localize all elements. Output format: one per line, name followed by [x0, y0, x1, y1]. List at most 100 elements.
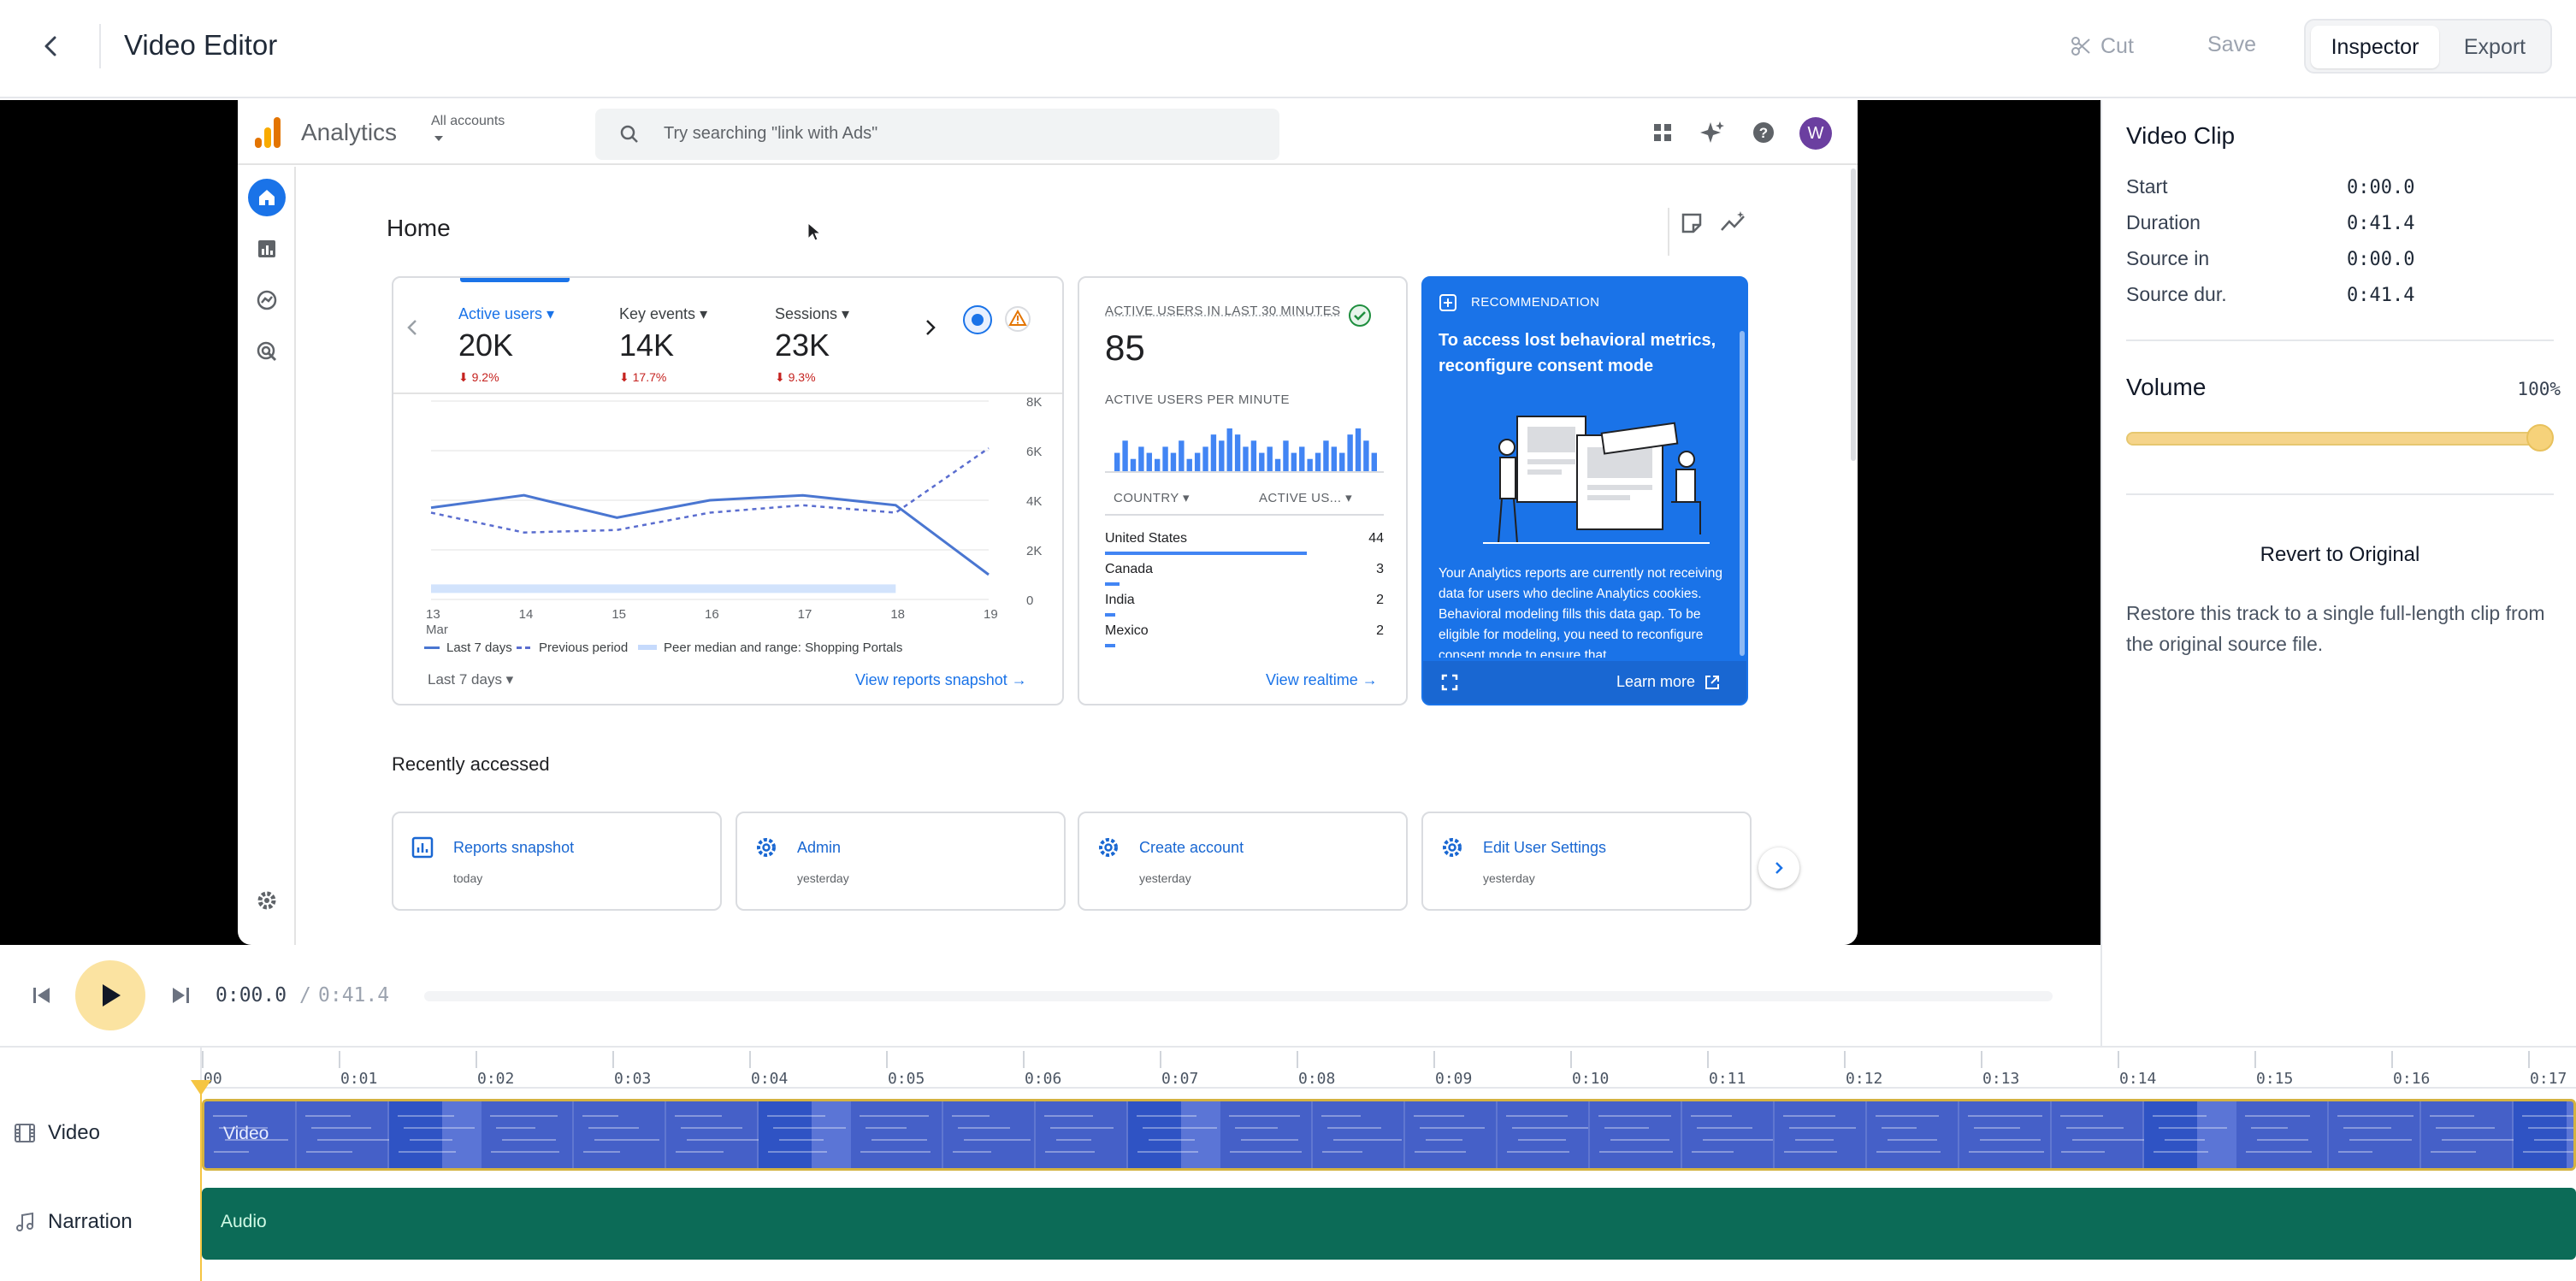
per-minute-bar — [1146, 452, 1152, 471]
overview-card: Active users ▾ 20K ⬇ 9.2% Key events ▾ 1… — [392, 276, 1064, 705]
thumbnail-detail — [964, 1139, 1031, 1141]
metric-value: 20K — [458, 328, 514, 363]
thumbnail-detail — [2159, 1127, 2227, 1129]
x-sublabel: Mar — [426, 623, 448, 637]
learn-more-link: Learn more — [1616, 673, 1721, 691]
playhead-handle[interactable] — [191, 1080, 211, 1095]
thumbnail-detail — [1968, 1115, 2042, 1117]
thumbnail-detail — [311, 1127, 371, 1129]
ruler-tick — [1297, 1051, 1298, 1068]
realtime-title: ACTIVE USERS IN LAST 30 MINUTES — [1105, 304, 1341, 318]
ruler-tick-label: 0:01 — [340, 1070, 378, 1088]
recommendation-body: Your Analytics reports are currently not… — [1439, 566, 1722, 658]
ruler-tick-label: 0:11 — [1709, 1070, 1746, 1088]
divider — [2126, 493, 2554, 495]
ruler-tick — [1160, 1051, 1161, 1068]
revert-to-original-button[interactable]: Revert to Original — [2126, 536, 2554, 574]
tab-export[interactable]: Export — [2443, 26, 2547, 68]
search-placeholder: Try searching "link with Ads" — [664, 124, 878, 143]
volume-slider-thumb[interactable] — [2526, 424, 2554, 452]
x-tick-label: 14 — [519, 607, 534, 622]
skip-forward-icon[interactable] — [168, 983, 193, 1008]
view-realtime-link: View realtime → — [1266, 671, 1378, 688]
legend-swatch-band — [638, 644, 657, 650]
clip-thumbnail — [1036, 1101, 1128, 1168]
volume-slider[interactable] — [2126, 432, 2540, 446]
clip-thumbnail — [1775, 1101, 1867, 1168]
analytics-nav-rail — [238, 167, 296, 945]
thumbnail-detail — [1056, 1139, 1091, 1141]
ruler-tick — [1844, 1051, 1846, 1068]
prop-value-duration: 0:41.4 — [2347, 213, 2415, 234]
thumbnail-detail — [404, 1127, 475, 1129]
prop-label-source-in: Source in — [2126, 247, 2210, 269]
audio-clip[interactable]: Audio — [202, 1188, 2576, 1260]
thumbnail-detail — [2337, 1115, 2414, 1117]
home-icon — [248, 179, 286, 216]
skip-back-icon[interactable] — [29, 983, 55, 1008]
thumbnail-detail — [2245, 1115, 2310, 1117]
insight-badge-icon — [963, 305, 992, 334]
volume-title: Volume — [2126, 374, 2207, 400]
column-header: ACTIVE US... ▾ — [1259, 491, 1352, 505]
analytics-brand: Analytics — [301, 119, 398, 145]
per-minute-bar — [1331, 446, 1338, 471]
country-share-bar — [1105, 613, 1115, 617]
ruler-tick-label: 0:15 — [2256, 1070, 2294, 1088]
thumbnail-detail — [1783, 1115, 1835, 1117]
y-tick-label: 0 — [1026, 593, 1033, 608]
per-minute-bar — [1347, 434, 1353, 471]
thumbnail-detail — [1598, 1115, 1671, 1117]
thumbnail-detail — [2072, 1139, 2144, 1141]
series-previous-period — [430, 447, 990, 534]
recommendation-scrollbar — [1740, 331, 1745, 656]
country-value: 2 — [1376, 623, 1384, 638]
ruler-tick-label: 0:09 — [1435, 1070, 1473, 1088]
analytics-logo-icon — [255, 117, 281, 148]
save-button[interactable]: Save — [2207, 32, 2256, 57]
prop-value-source-dur: 0:41.4 — [2347, 285, 2415, 306]
legend-item: Previous period — [517, 640, 628, 655]
thumbnail-detail — [1143, 1127, 1217, 1129]
panel-tabs: Inspector Export — [2304, 19, 2552, 74]
thumbnail-detail — [583, 1151, 620, 1153]
thumbnail-detail — [1512, 1127, 1588, 1129]
thumbnail-detail — [1518, 1139, 1566, 1141]
thumbnail-detail — [1789, 1127, 1856, 1129]
column-header: COUNTRY ▾ — [1114, 491, 1190, 505]
timeline-ruler[interactable]: 00 0:01 0:02 0:03 0:04 0:05 0:06 0:07 0:08 0:09 0:… — [202, 1048, 2576, 1089]
avatar: W — [1799, 117, 1832, 150]
realtime-value: 85 — [1105, 328, 1145, 368]
recent-item: Reports snapshot today — [392, 812, 722, 911]
thumbnail-detail — [1241, 1139, 1298, 1141]
bar-chart-icon — [411, 836, 434, 859]
video-preview[interactable]: Analytics All accounts Try searching "li… — [0, 100, 2100, 945]
thumbnail-detail — [1795, 1139, 1834, 1141]
tab-inspector[interactable]: Inspector — [2311, 26, 2439, 68]
scissors-icon — [2071, 37, 2090, 56]
thumbnail-detail — [1137, 1151, 1198, 1153]
cut-button[interactable]: Cut — [2070, 29, 2134, 63]
scrubber[interactable] — [424, 991, 2053, 1001]
thumbnail-detail — [2165, 1139, 2205, 1141]
recent-item-time: yesterday — [1483, 871, 1535, 885]
ruler-tick — [749, 1051, 751, 1068]
thumbnail-detail — [398, 1115, 454, 1117]
timeline: 00 0:01 0:02 0:03 0:04 0:05 0:06 0:07 0:08 0:09 0:… — [0, 1046, 2576, 1281]
recent-item: Admin yesterday — [736, 812, 1066, 911]
ruler-tick-label: 0:17 — [2530, 1070, 2567, 1088]
per-minute-bar — [1114, 452, 1120, 471]
thumbnail-detail — [214, 1151, 249, 1153]
thumbnail-detail — [675, 1115, 722, 1117]
per-minute-bar — [1339, 452, 1345, 471]
app-title: Video Editor — [124, 29, 278, 61]
per-minute-bar — [1194, 452, 1201, 471]
thumbnail-detail — [1703, 1139, 1773, 1141]
play-button[interactable] — [75, 960, 145, 1030]
ruler-tick — [1023, 1051, 1025, 1068]
legend-swatch-dashed — [517, 646, 530, 649]
thumbnail-detail — [2257, 1139, 2308, 1141]
help-icon: ? — [1750, 119, 1777, 146]
video-clip[interactable]: Video — [202, 1099, 2576, 1171]
back-button[interactable] — [34, 27, 68, 65]
